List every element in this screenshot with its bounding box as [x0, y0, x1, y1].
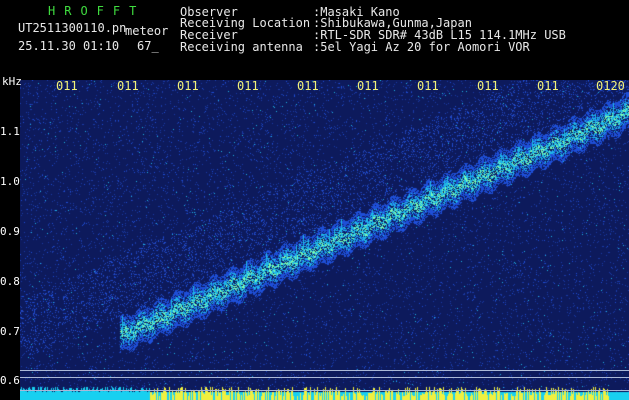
event-count: 67_: [137, 39, 159, 53]
guide-line-upper: [20, 370, 629, 371]
time-label: 0116: [357, 80, 379, 92]
frequency-unit-label: kHz: [2, 75, 22, 88]
time-label: 011: [56, 80, 78, 92]
category-label: meteor: [125, 24, 169, 38]
time-label: 0117: [417, 80, 439, 92]
time-label: 0114: [237, 80, 259, 92]
time-label: 0118: [477, 80, 499, 92]
time-label: 0112: [117, 80, 139, 92]
time-label: 0115: [297, 80, 319, 92]
frequency-label: 0.7: [0, 325, 20, 338]
app-title: HROFFT: [48, 4, 146, 18]
time-label: 0113: [177, 80, 199, 92]
frequency-label: 0.9: [0, 225, 20, 238]
frequency-label: 1.1: [0, 125, 20, 138]
antenna-label: Receiving antenna: [180, 40, 303, 54]
timestamp: 25.11.30 01:10: [18, 39, 120, 53]
spectrogram: [20, 80, 629, 400]
frequency-label: 1.0: [0, 175, 20, 188]
guide-line-lower: [20, 390, 629, 391]
frequency-label: 0.6: [0, 374, 20, 387]
frequency-label: 0.8: [0, 275, 20, 288]
hrofft-window: HROFFT UT2511300110.pn meteor 25.11.30 0…: [0, 0, 629, 400]
time-label: 0119: [537, 80, 559, 92]
file-name: UT2511300110.pn: [18, 21, 127, 35]
antenna-value: :5el Yagi Az 20 for Aomori VOR: [313, 40, 530, 54]
guide-line-mid: [20, 377, 629, 378]
spectrogram-canvas: [20, 80, 629, 400]
time-label: 0120: [596, 80, 625, 92]
